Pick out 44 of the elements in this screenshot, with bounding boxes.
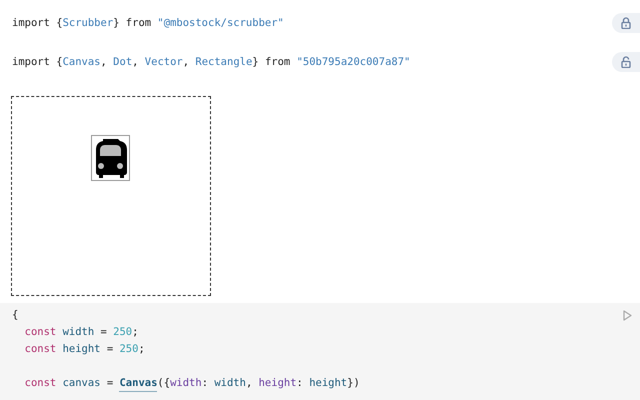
code-text: , bbox=[182, 55, 190, 70]
code-text: : bbox=[296, 376, 304, 391]
code-text: ; bbox=[132, 325, 138, 340]
property-name: width bbox=[170, 376, 202, 391]
bus-drawing bbox=[91, 135, 130, 181]
code-text: { bbox=[12, 308, 18, 323]
imported-name: Vector bbox=[144, 55, 183, 70]
variable-name: canvas bbox=[62, 376, 101, 391]
variable-name: width bbox=[214, 376, 246, 391]
keyword: const bbox=[24, 342, 58, 357]
code-text: }) bbox=[347, 376, 360, 391]
code-text: , bbox=[132, 55, 140, 70]
lock-button[interactable] bbox=[612, 52, 640, 72]
variable-name: width bbox=[62, 325, 94, 340]
code-text: import { bbox=[12, 16, 63, 31]
code-text: : bbox=[202, 376, 210, 391]
code-text: } from bbox=[252, 55, 292, 70]
code-text: = bbox=[106, 376, 114, 391]
code-text: , bbox=[100, 55, 108, 70]
imported-name: Scrubber bbox=[62, 16, 114, 31]
code-text: = bbox=[100, 325, 108, 340]
keyword: const bbox=[24, 325, 58, 340]
code-text: , bbox=[246, 376, 254, 391]
run-icon[interactable] bbox=[623, 310, 632, 321]
lock-button[interactable] bbox=[612, 13, 640, 33]
code-text: ; bbox=[138, 342, 145, 357]
string-literal: "50b795a20c007a87" bbox=[296, 55, 410, 70]
variable-name: height bbox=[62, 342, 101, 357]
imported-name: Canvas bbox=[62, 55, 101, 70]
code-text: import { bbox=[12, 55, 63, 70]
code-text: } from bbox=[113, 16, 152, 31]
imported-name: Dot bbox=[113, 55, 132, 70]
lock-icon bbox=[621, 17, 631, 29]
variable-name: height bbox=[309, 376, 348, 391]
property-name: height bbox=[258, 376, 297, 391]
keyword: const bbox=[24, 376, 58, 391]
number-literal: 250 bbox=[113, 325, 132, 340]
code-text: ({ bbox=[157, 376, 170, 391]
code-text: = bbox=[106, 342, 114, 357]
string-literal: "@mbostock/scrubber" bbox=[157, 16, 284, 31]
function-link[interactable]: Canvas bbox=[119, 375, 158, 392]
unlock-icon bbox=[621, 56, 631, 68]
imported-name: Rectangle bbox=[195, 55, 252, 70]
number-literal: 250 bbox=[119, 342, 138, 357]
